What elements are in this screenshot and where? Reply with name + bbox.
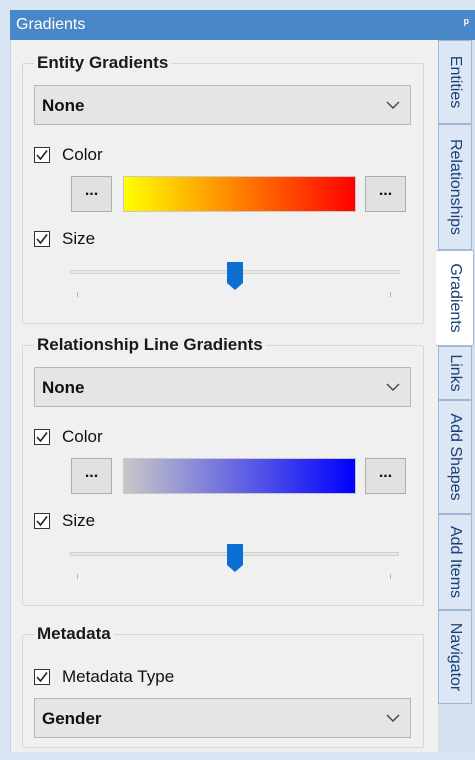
- chevron-down-icon: [386, 101, 400, 109]
- checkbox-icon: [34, 669, 50, 685]
- tab-gradients[interactable]: Gradients: [436, 250, 474, 346]
- entity-gradient-preview: [123, 176, 356, 212]
- relationship-gradient-dropdown[interactable]: None: [34, 367, 411, 407]
- checkbox-icon: [34, 147, 50, 163]
- slider-tick: [77, 574, 78, 579]
- tab-relationships[interactable]: Relationships: [438, 124, 472, 250]
- entity-gradient-dropdown-value: None: [42, 96, 85, 115]
- entity-gradients-title: Entity Gradients: [34, 53, 172, 73]
- entity-end-color-button[interactable]: ...: [365, 176, 406, 212]
- relationship-gradients-title: Relationship Line Gradients: [34, 335, 266, 355]
- entity-size-slider-thumb[interactable]: [226, 262, 243, 290]
- checkbox-icon: [34, 231, 50, 247]
- metadata-type-label: Metadata Type: [62, 667, 175, 686]
- tab-links[interactable]: Links: [438, 346, 472, 400]
- slider-tick: [390, 574, 391, 579]
- tab-add-shapes[interactable]: Add Shapes: [438, 400, 472, 514]
- relationship-gradient-dropdown-value: None: [42, 378, 85, 397]
- panel-title-bar: Gradients ᵖ: [10, 10, 475, 40]
- pin-icon[interactable]: ᵖ: [464, 15, 469, 30]
- tab-navigator[interactable]: Navigator: [438, 610, 472, 704]
- tab-add-items[interactable]: Add Items: [438, 514, 472, 610]
- relationship-color-label: Color: [62, 427, 103, 446]
- entity-size-label: Size: [62, 229, 96, 248]
- entity-color-label: Color: [62, 145, 103, 164]
- relationship-start-color-button[interactable]: ...: [71, 458, 112, 494]
- metadata-type-dropdown[interactable]: Gender: [34, 698, 411, 738]
- panel-title: Gradients: [16, 16, 86, 33]
- chevron-down-icon: [386, 383, 400, 391]
- entity-gradient-dropdown[interactable]: None: [34, 85, 411, 125]
- relationship-gradient-preview: [123, 458, 356, 494]
- checkbox-icon: [34, 429, 50, 445]
- relationship-size-label: Size: [62, 511, 96, 530]
- slider-tick: [77, 292, 78, 297]
- tab-entities[interactable]: Entities: [438, 40, 472, 124]
- entity-start-color-button[interactable]: ...: [71, 176, 112, 212]
- relationship-end-color-button[interactable]: ...: [365, 458, 406, 494]
- checkbox-icon: [34, 513, 50, 529]
- slider-tick: [390, 292, 391, 297]
- relationship-size-slider-thumb[interactable]: [226, 544, 243, 572]
- metadata-type-dropdown-value: Gender: [42, 709, 102, 728]
- chevron-down-icon: [386, 714, 400, 722]
- metadata-title: Metadata: [34, 624, 114, 644]
